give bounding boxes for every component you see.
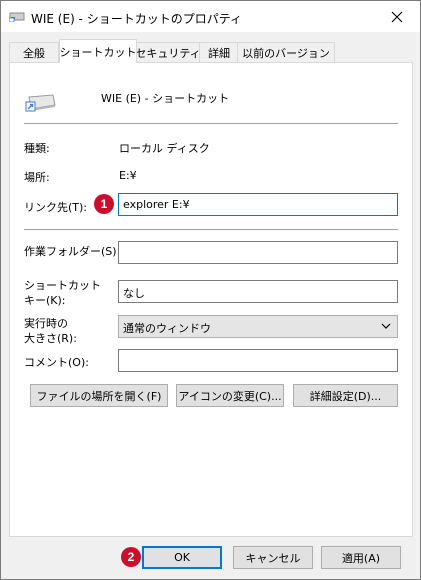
comment-label: コメント(O): (24, 356, 89, 369)
cancel-button[interactable]: キャンセル (233, 546, 313, 569)
run-select-value: 通常のウィンドウ (123, 322, 211, 335)
type-label: 種類: (24, 142, 50, 155)
close-button[interactable] (374, 1, 420, 32)
window-title: WIE (E) - ショートカットのプロパティ (31, 12, 242, 26)
divider (24, 229, 398, 230)
type-value: ローカル ディスク (119, 142, 210, 155)
open-file-location-button[interactable]: ファイルの場所を開く(F) (30, 384, 168, 407)
shortcut-name: WIE (E) - ショートカット (101, 92, 230, 105)
shortcut-panel: WIE (E) - ショートカット 種類: ローカル ディスク 場所: E:¥ … (9, 62, 413, 537)
tab-security[interactable]: セキュリティ (135, 42, 201, 62)
hotkey-label-line1: ショートカット (24, 279, 101, 292)
advanced-button[interactable]: 詳細設定(D)... (293, 384, 398, 407)
hotkey-label-line2: キー(K): (24, 294, 66, 307)
start-in-label: 作業フォルダー(S): (24, 245, 121, 258)
properties-dialog: WIE (E) - ショートカットのプロパティ 全般 ショートカット セキュリテ… (0, 0, 421, 580)
close-icon (391, 11, 403, 22)
location-value: E:¥ (119, 169, 137, 182)
run-label-line2: 大きさ(R): (24, 332, 77, 345)
chevron-down-icon (381, 323, 391, 329)
start-in-input[interactable] (118, 241, 398, 264)
run-select[interactable]: 通常のウィンドウ (118, 315, 398, 338)
title-bar[interactable]: WIE (E) - ショートカットのプロパティ (1, 1, 420, 32)
target-label: リンク先(T): (24, 201, 88, 214)
divider (24, 123, 398, 124)
tab-previous-versions[interactable]: 以前のバージョン (237, 42, 335, 62)
target-input[interactable]: explorer E:¥ (118, 193, 398, 216)
annotation-badge-1: 1 (94, 194, 114, 214)
drive-shortcut-icon (9, 12, 25, 22)
change-icon-button[interactable]: アイコンの変更(C)... (176, 384, 284, 407)
location-label: 場所: (24, 171, 50, 184)
run-label-line1: 実行時の (24, 317, 68, 330)
annotation-badge-2: 2 (121, 547, 141, 567)
ok-button[interactable]: OK (142, 546, 222, 569)
hotkey-input[interactable]: なし (118, 280, 398, 303)
tab-details[interactable]: 詳細 (199, 42, 239, 62)
apply-button[interactable]: 適用(A) (321, 546, 401, 569)
drive-icon (25, 94, 56, 112)
tab-general[interactable]: 全般 (9, 42, 59, 62)
tab-shortcut[interactable]: ショートカット (59, 39, 137, 63)
comment-input[interactable] (118, 349, 398, 372)
tab-strip: 全般 ショートカット セキュリティ 詳細 以前のバージョン (9, 39, 413, 63)
